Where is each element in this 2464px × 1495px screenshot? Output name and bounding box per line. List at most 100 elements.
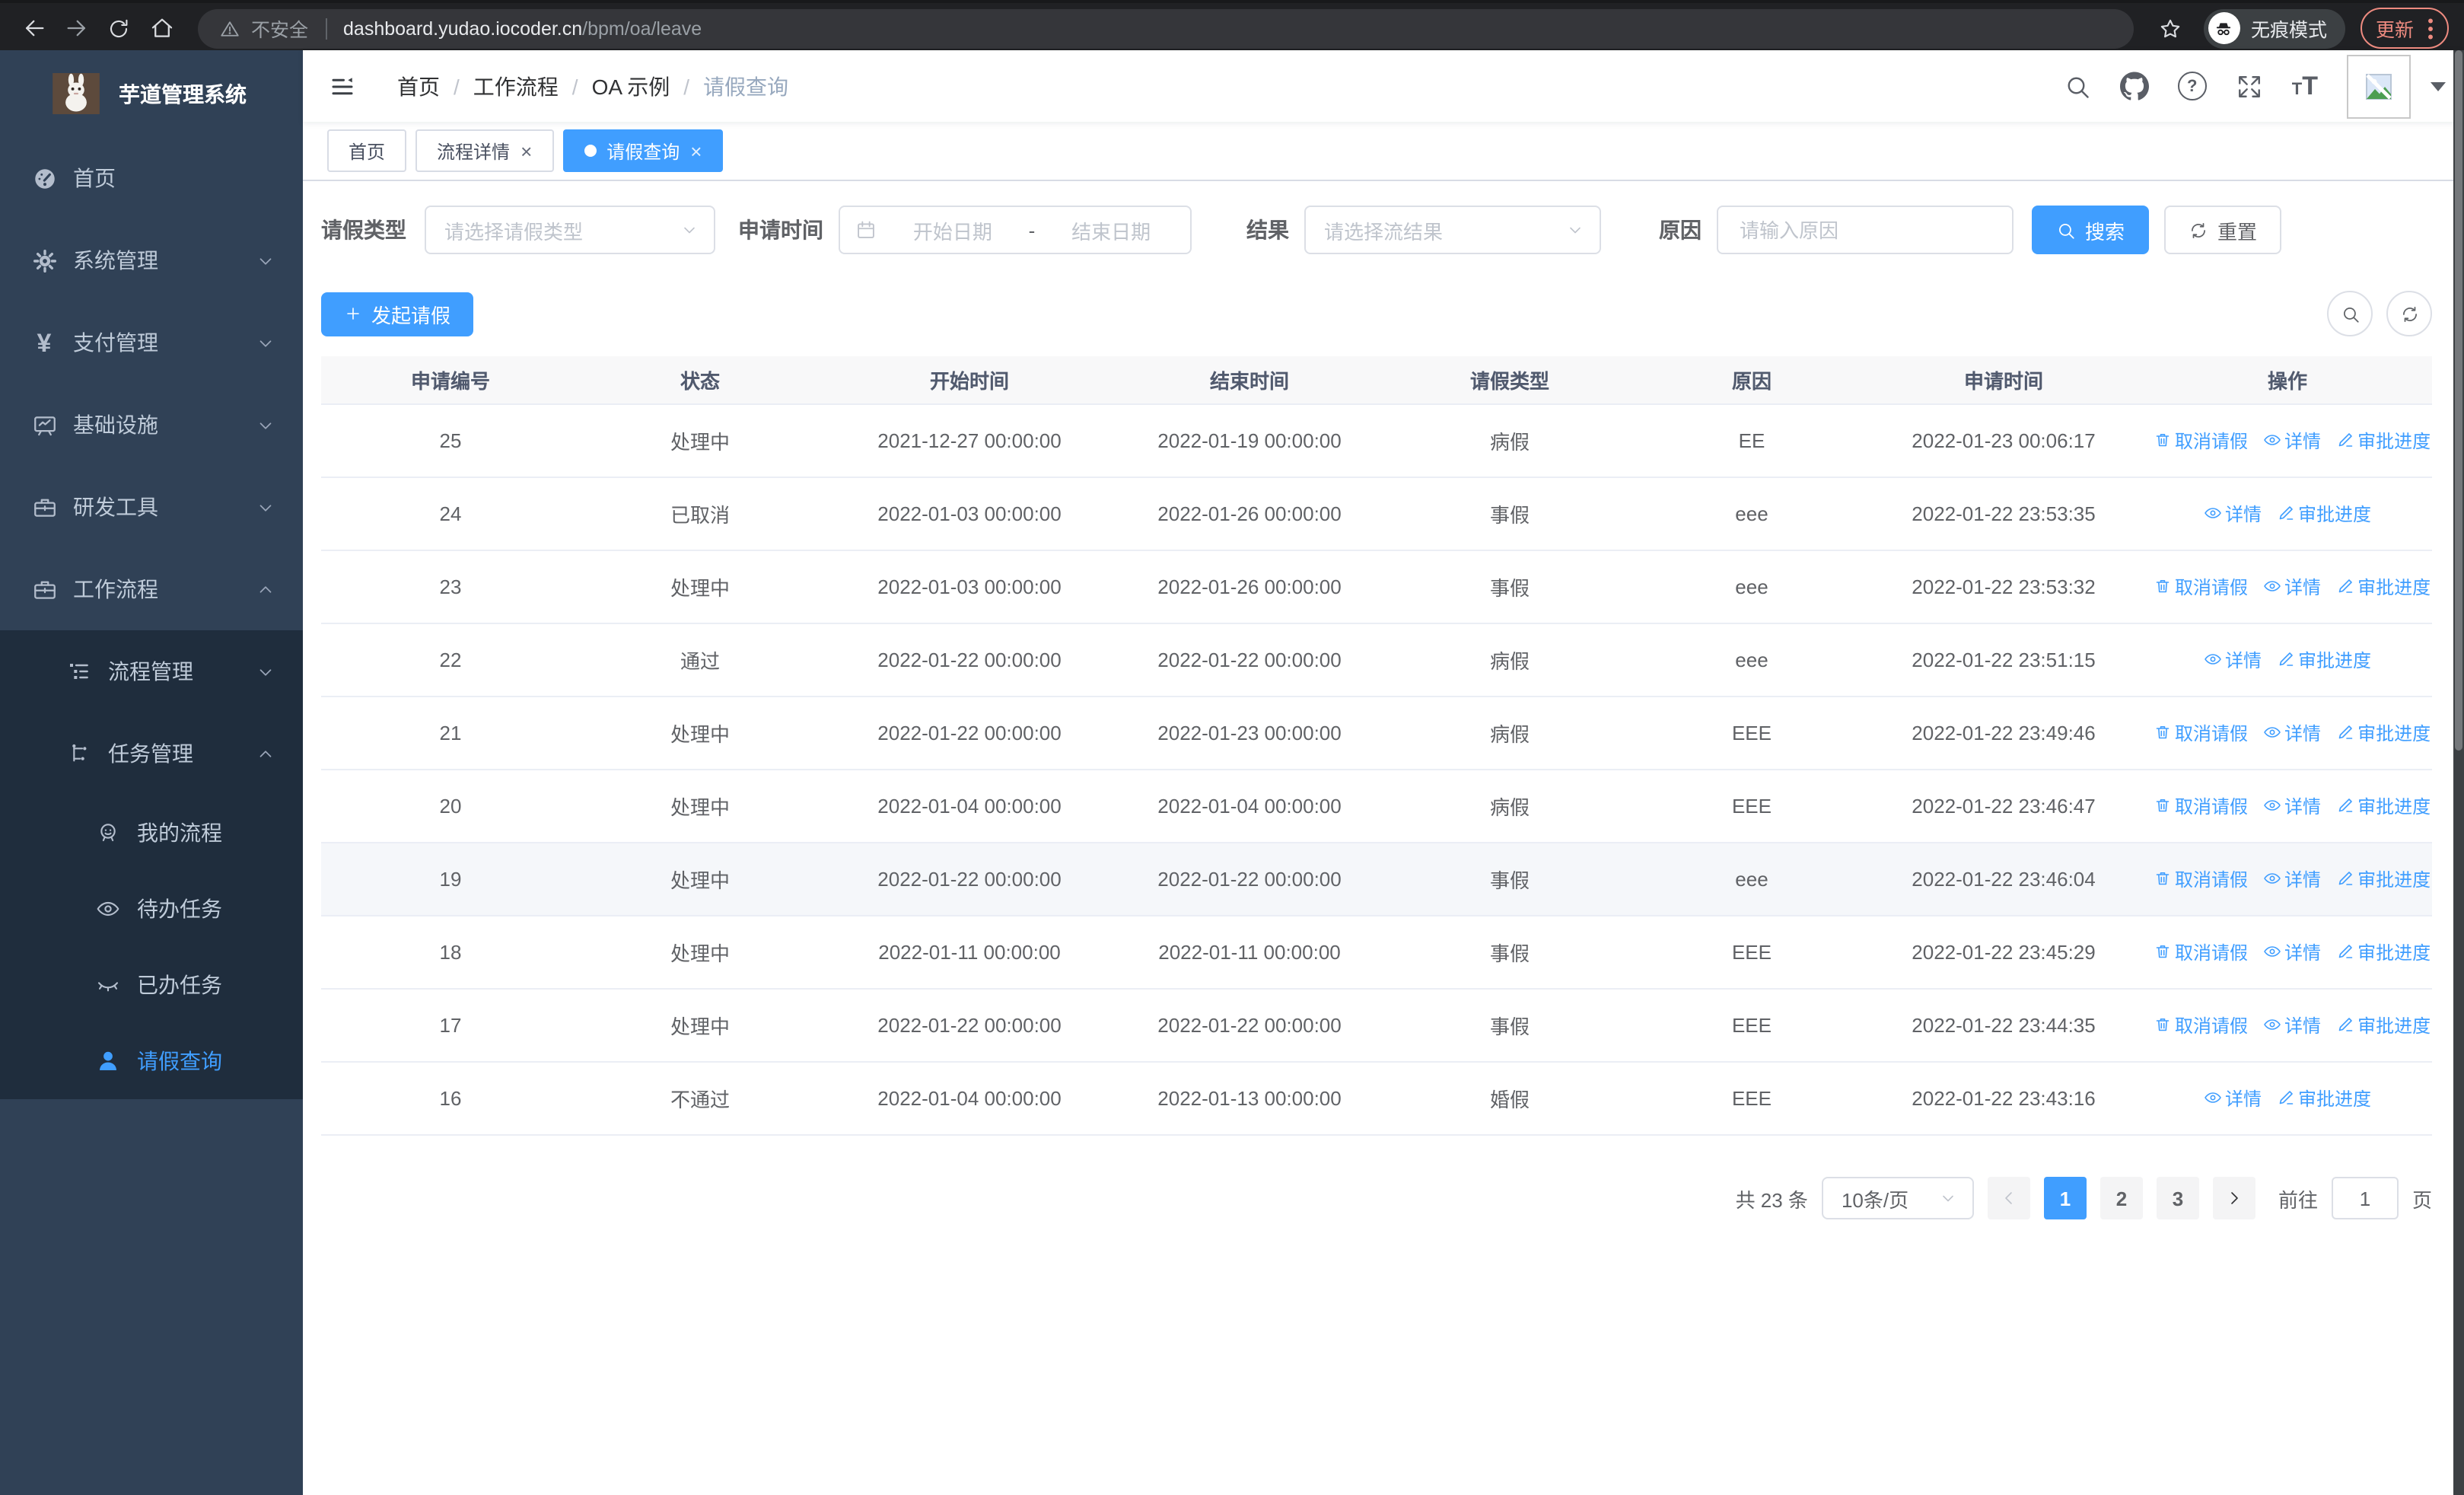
detail-link[interactable]: 详情	[2263, 939, 2321, 965]
chevron-up-icon	[256, 579, 275, 599]
sidebar-item-done-tasks[interactable]: 已办任务	[0, 947, 303, 1023]
reason-input[interactable]	[1737, 217, 1994, 243]
page-button-2[interactable]: 2	[2099, 1177, 2143, 1219]
leave-type-select[interactable]: 请选择请假类型	[425, 206, 715, 254]
end-date-placeholder[interactable]: 结束日期	[1047, 215, 1175, 244]
font-size-icon[interactable]: TT	[2292, 73, 2318, 99]
cell-end-time: 2022-01-23 00:00:00	[1119, 696, 1380, 770]
breadcrumb-item[interactable]: OA 示例	[592, 71, 670, 101]
sidebar-item-workflow[interactable]: 工作流程	[0, 548, 303, 630]
detail-link[interactable]: 详情	[2263, 1012, 2321, 1038]
approval-progress-link[interactable]: 审批进度	[2277, 1085, 2371, 1111]
reset-button[interactable]: 重置	[2164, 206, 2282, 254]
sidebar-item-payment[interactable]: ¥ 支付管理	[0, 301, 303, 384]
page-button-1[interactable]: 1	[2043, 1177, 2087, 1219]
detail-link[interactable]: 详情	[2204, 1085, 2262, 1111]
result-select[interactable]: 请选择流结果	[1304, 206, 1601, 254]
sidebar-item-home[interactable]: 首页	[0, 137, 303, 219]
sidebar-collapse-icon[interactable]	[329, 72, 356, 100]
incognito-badge: 无痕模式	[2203, 8, 2345, 48]
cancel-leave-link[interactable]: 取消请假	[2154, 1012, 2248, 1038]
cell-end-time: 2022-01-11 00:00:00	[1119, 916, 1380, 990]
approval-progress-link[interactable]: 审批进度	[2336, 574, 2431, 600]
detail-link[interactable]: 详情	[2204, 647, 2262, 673]
page-button-3[interactable]: 3	[2156, 1177, 2199, 1219]
apply-time-range-picker[interactable]: 开始日期 - 结束日期	[839, 206, 1192, 254]
approval-progress-link[interactable]: 审批进度	[2336, 428, 2431, 454]
approval-progress-link[interactable]: 审批进度	[2277, 647, 2371, 673]
scrollbar-thumb[interactable]	[2455, 50, 2462, 751]
cancel-leave-link[interactable]: 取消请假	[2154, 428, 2248, 454]
cancel-leave-link[interactable]: 取消请假	[2154, 793, 2248, 819]
sidebar-item-todo-tasks[interactable]: 待办任务	[0, 871, 303, 947]
search-icon[interactable]	[2064, 72, 2091, 100]
tab-close-icon[interactable]: ×	[520, 141, 532, 161]
avatar-dropdown-caret-icon[interactable]	[2431, 81, 2446, 91]
detail-link[interactable]: 详情	[2263, 866, 2321, 892]
browser-forward-button[interactable]	[58, 10, 94, 46]
app-title: 芋道管理系统	[119, 81, 247, 106]
browser-home-button[interactable]	[143, 10, 180, 46]
sidebar-item-dev-tools[interactable]: 研发工具	[0, 466, 303, 548]
pen-icon	[2277, 505, 2295, 523]
breadcrumb-item[interactable]: 工作流程	[473, 71, 559, 101]
create-leave-button[interactable]: 发起请假	[321, 292, 474, 336]
sidebar-item-infrastructure[interactable]: 基础设施	[0, 384, 303, 466]
github-icon[interactable]	[2119, 72, 2149, 100]
approval-progress-link[interactable]: 审批进度	[2336, 720, 2431, 746]
cancel-leave-link[interactable]: 取消请假	[2154, 939, 2248, 965]
fullscreen-icon[interactable]	[2236, 72, 2263, 100]
cancel-leave-link[interactable]: 取消请假	[2154, 574, 2248, 600]
detail-link[interactable]: 详情	[2263, 574, 2321, 600]
toggle-search-button[interactable]	[2327, 291, 2373, 336]
app-logo[interactable]: 芋道管理系统	[0, 50, 303, 137]
sidebar-item-system[interactable]: 系统管理	[0, 219, 303, 301]
tab-leave-query[interactable]: 请假查询 ×	[562, 129, 724, 172]
detail-link[interactable]: 详情	[2204, 501, 2262, 527]
cell-status: 不通过	[580, 1062, 820, 1136]
tab-close-icon[interactable]: ×	[690, 141, 702, 161]
sidebar-item-leave-query[interactable]: 请假查询	[0, 1023, 303, 1099]
sidebar-item-task-management[interactable]: 任务管理	[0, 712, 303, 795]
cell-apply-time: 2022-01-22 23:49:46	[1864, 696, 2143, 770]
detail-link[interactable]: 详情	[2263, 720, 2321, 746]
browser-scrollbar[interactable]	[2453, 50, 2464, 1495]
help-icon[interactable]: ?	[2177, 72, 2207, 100]
prev-page-button[interactable]	[1987, 1177, 2030, 1219]
topbar-actions: ? TT	[2064, 54, 2446, 118]
refresh-table-button[interactable]	[2386, 291, 2432, 336]
table-row: 23 处理中 2022-01-03 00:00:00 2022-01-26 00…	[321, 550, 2432, 624]
main-area: 首页 / 工作流程 / OA 示例 / 请假查询 ? T T 首页 流程详情 ×…	[303, 50, 2464, 1495]
update-label: 更新	[2375, 20, 2414, 41]
cell-end-time: 2022-01-26 00:00:00	[1119, 477, 1380, 551]
sidebar-item-process-management[interactable]: 流程管理	[0, 630, 303, 712]
approval-progress-link[interactable]: 审批进度	[2336, 1012, 2431, 1038]
next-page-button[interactable]	[2212, 1177, 2255, 1219]
bookmark-star-icon[interactable]	[2152, 10, 2189, 46]
search-button[interactable]: 搜索	[2032, 206, 2150, 254]
monitor-chart-icon	[30, 412, 58, 438]
chevron-down-icon	[256, 415, 275, 435]
avatar[interactable]	[2347, 54, 2411, 118]
cancel-leave-link[interactable]: 取消请假	[2154, 866, 2248, 892]
approval-progress-link[interactable]: 审批进度	[2277, 501, 2371, 527]
breadcrumb-item[interactable]: 首页	[397, 71, 440, 101]
cell-leave-type: 事假	[1380, 989, 1639, 1063]
tab-process-detail[interactable]: 流程详情 ×	[415, 129, 554, 172]
browser-menu-icon[interactable]	[2427, 18, 2434, 39]
browser-reload-button[interactable]	[100, 10, 137, 46]
address-bar[interactable]: 不安全 dashboard.yudao.iocoder.cn/bpm/oa/le…	[198, 8, 2134, 48]
start-date-placeholder[interactable]: 开始日期	[889, 215, 1017, 244]
browser-update-button[interactable]: 更新	[2360, 8, 2449, 49]
detail-link[interactable]: 详情	[2263, 793, 2321, 819]
sidebar-item-my-processes[interactable]: 我的流程	[0, 795, 303, 871]
approval-progress-link[interactable]: 审批进度	[2336, 866, 2431, 892]
detail-link[interactable]: 详情	[2263, 428, 2321, 454]
cancel-leave-link[interactable]: 取消请假	[2154, 720, 2248, 746]
goto-page-input[interactable]	[2331, 1177, 2399, 1219]
tab-home[interactable]: 首页	[327, 129, 407, 172]
approval-progress-link[interactable]: 审批进度	[2336, 793, 2431, 819]
approval-progress-link[interactable]: 审批进度	[2336, 939, 2431, 965]
page-size-select[interactable]: 10条/页	[1821, 1177, 1974, 1219]
browser-back-button[interactable]	[15, 10, 52, 46]
